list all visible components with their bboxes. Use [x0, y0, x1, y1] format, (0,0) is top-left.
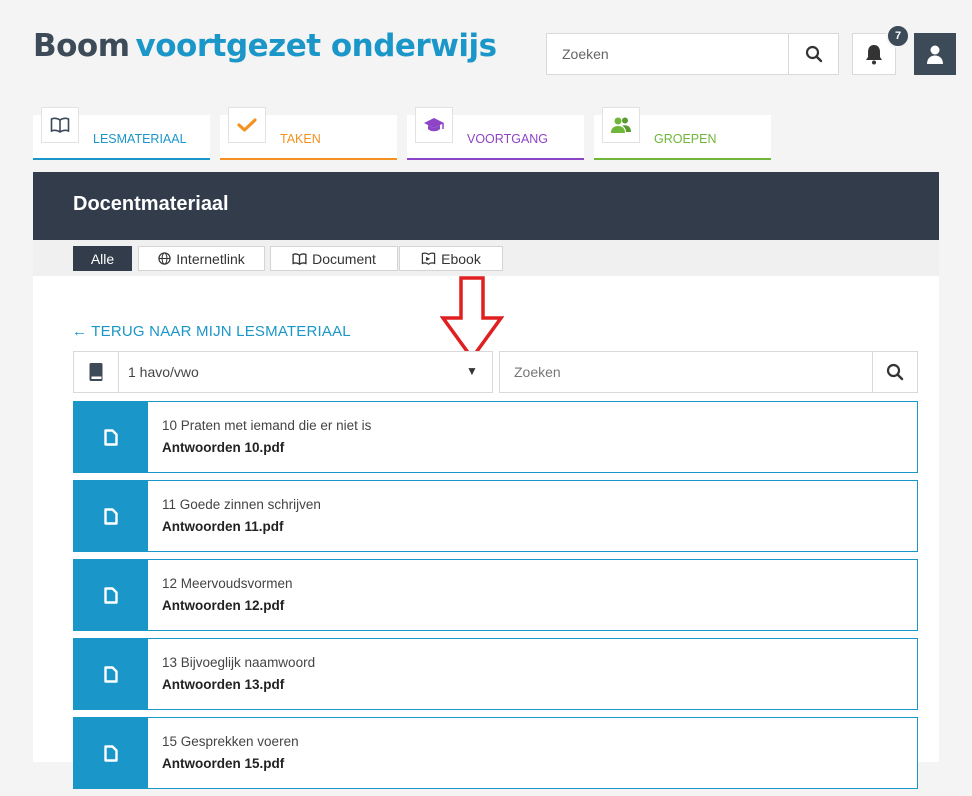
method-select-value: 1 havo/vwo — [128, 364, 199, 380]
filter-alle[interactable]: Alle — [73, 246, 132, 271]
filter-label: Ebook — [441, 250, 481, 267]
tab-voortgang[interactable]: VOORTGANG — [407, 107, 584, 160]
item-filename: Antwoorden 12.pdf — [162, 598, 285, 613]
user-menu-button[interactable] — [914, 33, 956, 75]
search-icon — [886, 363, 904, 381]
filter-bar: Alle Internetlink Document Ebook — [33, 240, 939, 276]
top-search — [546, 33, 839, 75]
annotation-arrow-icon — [440, 276, 504, 361]
item-filename: Antwoorden 15.pdf — [162, 756, 285, 771]
tab-label: LESMATERIAAL — [93, 132, 187, 146]
list-item[interactable]: 13 Bijvoeglijk naamwoord Antwoorden 13.p… — [73, 638, 918, 710]
search-icon — [805, 45, 822, 63]
document-icon — [74, 402, 148, 472]
method-select[interactable]: 1 havo/vwo ▼ — [73, 351, 493, 393]
tab-label: GROEPEN — [654, 132, 717, 146]
list-search — [499, 351, 918, 393]
item-chapter: 15 Gesprekken voeren — [162, 734, 299, 749]
tab-taken[interactable]: TAKEN — [220, 107, 397, 160]
item-filename: Antwoorden 13.pdf — [162, 677, 285, 692]
users-icon — [602, 107, 640, 143]
boom-logo[interactable]: Boom voortgezet onderwijs — [33, 28, 497, 64]
list-search-input[interactable] — [500, 352, 872, 392]
list-item[interactable]: 12 Meervoudsvormen Antwoorden 12.pdf — [73, 559, 918, 631]
top-search-button[interactable] — [788, 34, 838, 74]
item-filename: Antwoorden 11.pdf — [162, 519, 284, 534]
logo-boom: Boom — [33, 28, 130, 64]
back-to-lesmateriaal-link[interactable]: ← TERUG NAAR MIJN LESMATERIAAL — [72, 323, 351, 340]
item-filename: Antwoorden 10.pdf — [162, 440, 285, 455]
tab-lesmateriaal[interactable]: LESMATERIAAL — [33, 107, 210, 160]
document-icon — [74, 718, 148, 788]
panel-header: Docentmateriaal — [33, 172, 939, 240]
globe-icon — [158, 252, 171, 265]
item-chapter: 13 Bijvoeglijk naamwoord — [162, 655, 316, 670]
book-icon — [41, 107, 79, 143]
bell-icon — [866, 45, 882, 65]
logo-voortgezet-onderwijs: voortgezet onderwijs — [135, 28, 498, 64]
graduation-cap-icon — [415, 107, 453, 143]
tab-label: VOORTGANG — [467, 132, 549, 146]
list-item[interactable]: 10 Praten met iemand die er niet is Antw… — [73, 401, 918, 473]
tab-label: TAKEN — [280, 132, 321, 146]
filter-label: Alle — [90, 250, 115, 267]
item-chapter: 12 Meervoudsvormen — [162, 576, 293, 591]
book-icon — [292, 252, 307, 265]
top-search-input[interactable] — [547, 34, 791, 74]
notification-badge: 7 — [886, 24, 910, 48]
document-list: 10 Praten met iemand die er niet is Antw… — [73, 401, 918, 796]
document-icon — [74, 639, 148, 709]
page: Boomvoortgezet onderwijs 7 LESMATERIAAL … — [0, 0, 972, 789]
filter-ebook[interactable]: Ebook — [399, 246, 503, 271]
document-icon — [74, 560, 148, 630]
ebook-icon — [421, 252, 436, 265]
caret-down-icon: ▼ — [466, 364, 478, 378]
book-closed-icon — [74, 352, 119, 392]
filter-label: Document — [312, 250, 376, 267]
document-icon — [74, 481, 148, 551]
list-item[interactable]: 15 Gesprekken voeren Antwoorden 15.pdf — [73, 717, 918, 789]
tab-groepen[interactable]: GROEPEN — [594, 107, 771, 160]
list-search-button[interactable] — [872, 352, 917, 392]
user-icon — [927, 45, 943, 64]
item-chapter: 11 Goede zinnen schrijven — [162, 497, 321, 512]
filter-document[interactable]: Document — [270, 246, 398, 271]
panel-title: Docentmateriaal — [73, 193, 229, 215]
filter-internetlink[interactable]: Internetlink — [138, 246, 265, 271]
filter-label: Internetlink — [176, 250, 245, 267]
item-chapter: 10 Praten met iemand die er niet is — [162, 418, 372, 433]
check-icon — [228, 107, 266, 143]
list-item[interactable]: 11 Goede zinnen schrijven Antwoorden 11.… — [73, 480, 918, 552]
